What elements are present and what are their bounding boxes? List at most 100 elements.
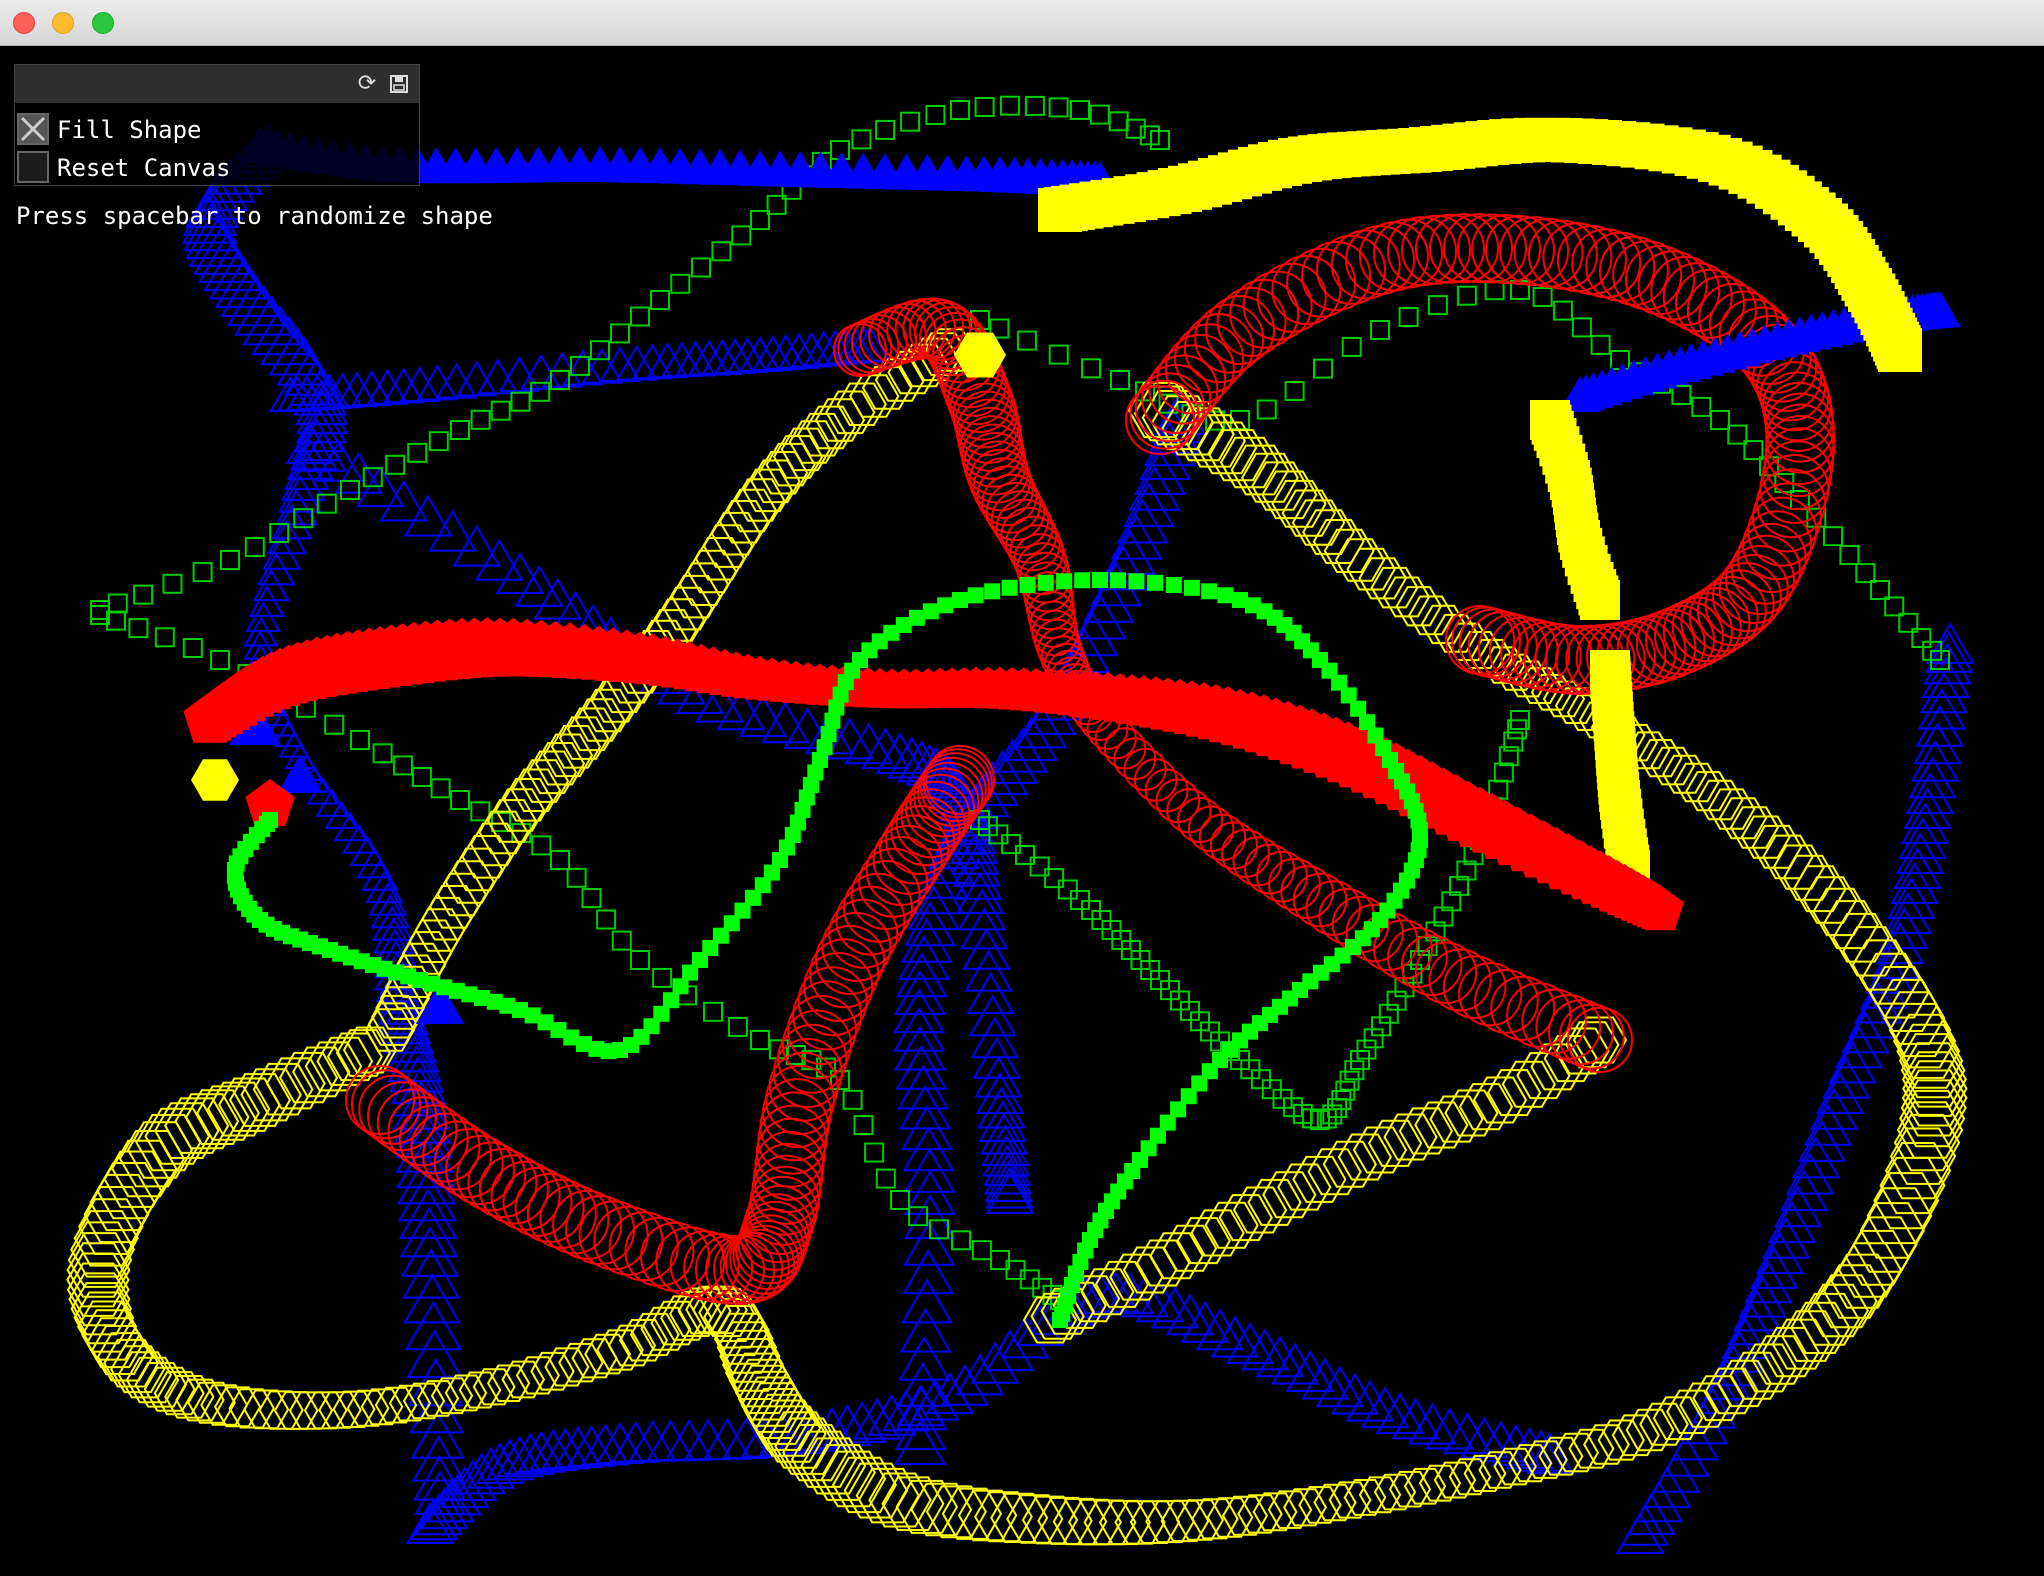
green-square-outline [1150,130,1170,150]
green-square-outline [566,867,587,888]
green-square-outline [610,323,630,344]
green-square-outline [950,100,970,120]
green-square-outline [630,950,650,970]
save-icon[interactable] [387,72,411,96]
blue-triangle-outline [977,1086,1026,1129]
yellow-hexagon-outline [542,733,594,778]
green-square-outline [1870,580,1890,600]
green-square-outline [407,442,428,463]
green-square-filled [662,992,679,1009]
green-square-outline [385,454,406,475]
green-square-filled [1056,573,1073,590]
green-square-filled [922,603,939,620]
green-square-outline [1057,879,1078,900]
yellow-hexagon-outline [478,810,529,855]
green-square-outline [611,930,632,951]
green-square-outline [670,273,691,294]
green-square-outline [1398,307,1419,327]
fill-shape-checkbox[interactable] [17,113,49,145]
settings-panel: ⟳ Fill Shape Reset Canvas [14,64,420,186]
close-window-button[interactable] [13,12,35,34]
green-square-filled [1019,577,1036,593]
blue-triangle-outline [970,1016,1020,1059]
blue-triangle-outline [751,334,794,371]
yellow-hexagon-outline [1006,1494,1064,1544]
green-square-outline [154,627,175,648]
red-circle-outline [815,925,885,995]
green-square-outline [1456,285,1477,306]
green-square-outline [128,618,149,639]
minimize-window-button[interactable] [52,12,74,34]
green-square-outline [853,1115,874,1136]
green-square-outline [864,1142,885,1163]
yellow-shape-filled [1878,328,1922,372]
green-square-outline [1108,111,1129,132]
red-circle-outline [803,952,874,1022]
green-square-filled [1201,583,1218,600]
reset-canvas-checkbox[interactable] [17,151,49,183]
green-square-filled [908,609,925,626]
green-square-filled [952,592,968,608]
yellow-shape-filled [1580,580,1620,620]
green-square-outline [220,550,240,570]
green-square-outline [999,95,1020,116]
green-square-filled [1165,577,1182,593]
red-circle-outline [809,938,880,1009]
green-square-outline [1484,280,1505,301]
green-square-outline [162,573,183,594]
yellow-hexagon-outline [1707,788,1756,830]
blue-triangle-outline [1642,1466,1692,1509]
yellow-hexagon-outline [1696,779,1744,821]
yellow-hexagon-outline [1662,754,1708,794]
blue-triangle-outline [595,1421,645,1464]
green-square-outline [630,306,650,327]
yellow-hexagon-outline [686,549,738,594]
green-square-filled [1109,572,1126,589]
green-square-outline [1350,1050,1370,1070]
green-square-outline [490,400,511,421]
yellow-hexagon-outline [836,382,887,426]
blue-triangle-filled [277,754,323,793]
reset-canvas-toggle[interactable]: Reset Canvas [15,149,419,187]
yellow-hexagon-outline [790,1430,858,1488]
blue-triangle-outline [898,1335,951,1381]
red-circle-outline [578,1200,649,1271]
blue-triangle-outline [985,1329,1035,1372]
yellow-shape-filled [191,759,239,801]
yellow-hexagon-outline [534,742,586,786]
green-square-outline [1081,358,1101,379]
green-square-filled [1183,579,1200,596]
panel-header[interactable]: ⟳ [15,65,419,103]
title-bar[interactable] [0,0,2044,46]
red-circle-outline [1429,213,1499,284]
zoom-window-button[interactable] [92,12,114,34]
green-square-outline [1339,1070,1360,1091]
yellow-hexagon-outline [1718,797,1768,840]
drawing-canvas[interactable] [0,46,2044,1576]
green-square-outline [971,1240,992,1261]
yellow-hexagon-outline [670,574,722,619]
green-square-outline [1691,396,1712,417]
yellow-hexagon-outline [96,1162,163,1220]
blue-triangle-outline [902,1249,955,1295]
yellow-hexagon-outline [1501,1060,1556,1108]
green-square-outline [691,257,711,278]
green-square-outline [925,105,946,125]
yellow-hexagon-outline [1334,538,1386,582]
blue-triangle-outline [714,337,756,374]
green-square-outline [192,562,213,583]
blue-triangle-outline [416,364,459,401]
red-circle-outline [1499,216,1570,287]
fill-shape-toggle[interactable]: Fill Shape [15,111,419,149]
blue-triangle-outline [900,1278,953,1324]
refresh-icon[interactable]: ⟳ [355,72,379,96]
green-square-outline [1110,370,1130,390]
blue-triangle-outline [248,585,285,617]
blue-triangle-outline [403,494,453,537]
blue-triangle-outline [966,971,1015,1014]
yellow-hexagon-outline [526,750,578,795]
green-square-filled [1147,574,1164,591]
yellow-hexagon-outline [1021,1495,1079,1545]
green-square-outline [1089,104,1110,125]
green-square-outline [875,1168,896,1189]
